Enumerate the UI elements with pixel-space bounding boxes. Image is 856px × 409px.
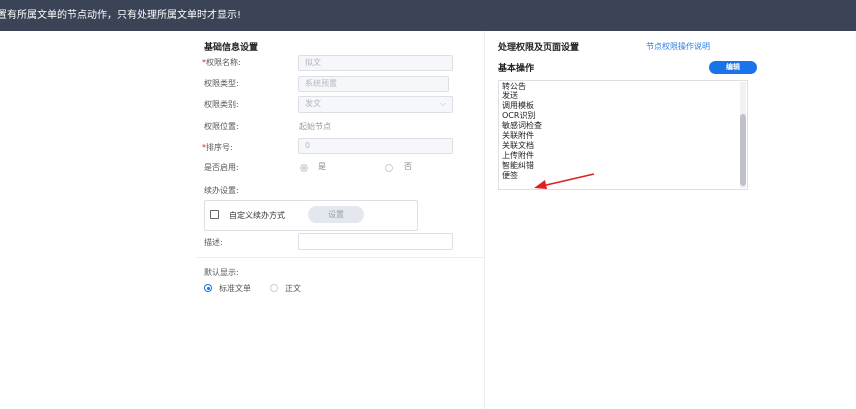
description-label: 描述: (204, 238, 223, 247)
basic-info-title: 基础信息设置 (204, 43, 259, 53)
list-item[interactable]: 智能纠错 (502, 161, 534, 170)
list-item[interactable]: 敏感词检查 (502, 121, 542, 130)
enabled-label: 是否启用: (204, 163, 239, 172)
type-input[interactable]: 系统预置 (298, 76, 449, 92)
list-scrollbar-thumb[interactable] (740, 114, 746, 186)
list-item[interactable]: 调用模板 (502, 101, 534, 110)
body-text-radio[interactable] (270, 284, 278, 292)
category-value: 发文 (305, 99, 321, 108)
section-divider (196, 257, 484, 258)
body-text-label: 正文 (285, 284, 301, 293)
description-input[interactable] (298, 233, 453, 250)
follow-up-label: 续办设置: (204, 186, 239, 195)
custom-follow-up-label: 自定义续办方式 (229, 211, 285, 220)
chevron-down-icon: ⌵ (439, 99, 446, 108)
list-item[interactable]: 便签 (502, 171, 518, 180)
default-display-label: 默认显示: (204, 268, 239, 277)
standard-form-radio[interactable] (204, 284, 212, 292)
top-banner: 置有所属文单的节点动作，只有处理所属文单时才显示! (0, 0, 856, 31)
basic-ops-title: 基本操作 (498, 64, 535, 74)
annotation-arrow-icon (534, 173, 595, 189)
position-label: 权限位置: (204, 122, 239, 131)
enabled-no-label: 否 (404, 162, 412, 171)
permission-help-link[interactable]: 节点权限操作说明 (646, 41, 710, 52)
enabled-no-radio[interactable] (385, 164, 393, 172)
standard-form-label: 标准文单 (219, 284, 251, 293)
column-divider (484, 31, 485, 409)
list-item[interactable]: 转公告 (502, 82, 526, 91)
category-select[interactable]: 发文 ⌵ (298, 96, 453, 113)
edit-button[interactable]: 编辑 (709, 61, 757, 74)
enabled-yes-radio[interactable] (300, 164, 308, 172)
sort-input[interactable]: 0 (298, 138, 453, 154)
list-item[interactable]: 上传附件 (502, 151, 534, 160)
banner-text: 置有所属文单的节点动作，只有处理所属文单时才显示! (0, 10, 242, 21)
category-label: 权限类别: (204, 100, 239, 109)
list-item[interactable]: OCR识别 (502, 111, 535, 120)
position-value: 起始节点 (299, 122, 331, 131)
follow-up-settings-button[interactable]: 设置 (308, 206, 364, 223)
list-item[interactable]: 关联附件 (502, 131, 534, 140)
permissions-title: 处理权限及页面设置 (498, 43, 580, 53)
name-label: *权限名称: (202, 58, 241, 67)
type-label: 权限类型: (204, 79, 239, 88)
custom-follow-up-checkbox[interactable] (210, 210, 219, 219)
list-item[interactable]: 发送 (502, 91, 518, 100)
enabled-yes-label: 是 (318, 162, 326, 171)
name-input[interactable]: 拟文 (298, 55, 453, 71)
list-item[interactable]: 关联文档 (502, 141, 534, 150)
follow-up-box: 自定义续办方式 设置 (204, 200, 418, 231)
sort-label: *排序号: (202, 143, 233, 152)
